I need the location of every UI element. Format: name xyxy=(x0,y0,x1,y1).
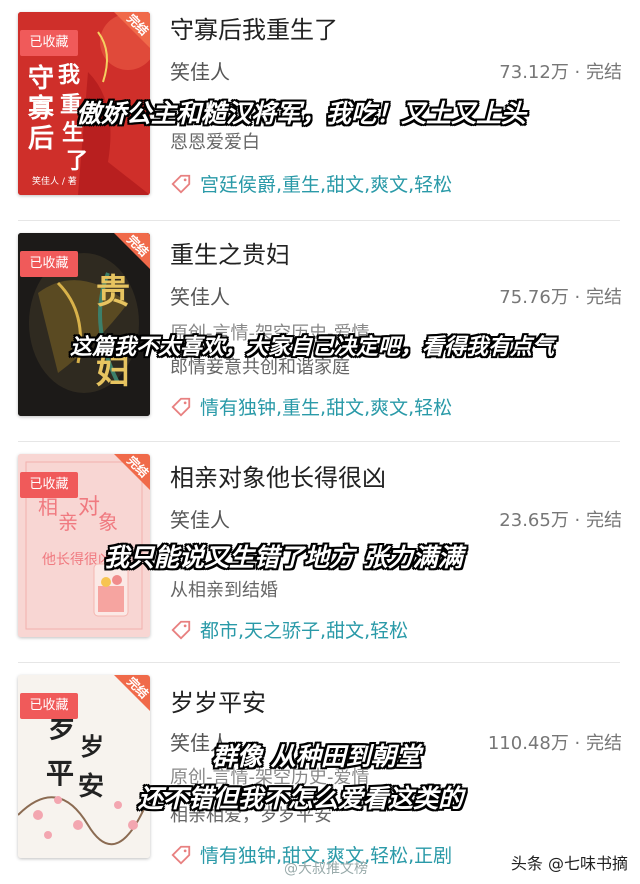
book-item[interactable]: 守 我 寡 重 后 生 了 笑佳人 / 著 已收藏 完结 守寡后我重生了 笑佳人… xyxy=(0,0,640,221)
svg-text:相: 相 xyxy=(38,495,58,519)
svg-text:笑佳人 / 著: 笑佳人 / 著 xyxy=(32,175,77,187)
book-author[interactable]: 笑佳人 xyxy=(170,281,230,310)
overlay-caption: 这篇我不太喜欢，大家自己决定吧，看得我有点气 xyxy=(70,335,555,360)
book-cover[interactable]: 贵 妇 已收藏 完结 xyxy=(18,233,150,416)
collected-badge: 已收藏 xyxy=(20,693,78,719)
svg-text:象: 象 xyxy=(98,510,118,534)
collected-badge: 已收藏 xyxy=(20,30,78,56)
finished-ribbon: 完结 xyxy=(112,233,150,271)
overlay-caption-2: 还不错但我不怎么爱看这类的 xyxy=(138,784,464,813)
book-stats: 75.76万 · 完结 xyxy=(499,287,622,308)
book-stats: 110.48万 · 完结 xyxy=(487,733,622,754)
book-cover[interactable]: 岁 岁 平 安 已收藏 完结 xyxy=(18,675,150,858)
book-tags: 宫廷侯爵,重生,甜文,爽文,轻松 xyxy=(170,170,452,197)
svg-text:寡: 寡 xyxy=(27,93,55,124)
svg-text:我: 我 xyxy=(58,62,80,88)
book-tags: 都市,天之骄子,甜文,轻松 xyxy=(170,616,408,643)
collected-badge: 已收藏 xyxy=(20,251,78,277)
book-stats: 23.65万 · 完结 xyxy=(499,510,622,531)
svg-text:亲: 亲 xyxy=(58,510,78,534)
overlay-caption: 群像 从种田到朝堂 xyxy=(212,742,421,771)
book-title[interactable]: 相亲对象他长得很凶 xyxy=(170,458,386,493)
finished-ribbon: 完结 xyxy=(112,675,150,713)
svg-text:岁: 岁 xyxy=(80,732,104,761)
tag-icon xyxy=(171,397,191,417)
finished-ribbon: 完结 xyxy=(112,454,150,492)
collected-badge: 已收藏 xyxy=(20,472,78,498)
overlay-caption: 我只能说又生错了地方 张力满满 xyxy=(104,543,463,572)
book-summary: 恩恩爱爱白 xyxy=(170,132,260,153)
book-tags: 情有独钟,重生,甜文,爽文,轻松 xyxy=(170,393,452,420)
book-item[interactable]: 相 亲 对 象 他长得很凶 已收藏 完结 相亲对象他长得很凶 笑佳人 23.65… xyxy=(0,442,640,663)
overlay-caption: 傲娇公主和糙汉将军，我吃！又土又上头 xyxy=(76,99,527,128)
tag-icon xyxy=(171,620,191,640)
svg-text:安: 安 xyxy=(78,772,104,802)
book-title[interactable]: 重生之贵妇 xyxy=(170,235,290,270)
svg-text:了: 了 xyxy=(66,148,88,174)
svg-text:后: 后 xyxy=(28,124,54,154)
book-title[interactable]: 岁岁平安 xyxy=(170,683,266,718)
svg-text:守: 守 xyxy=(28,63,54,94)
book-stats: 73.12万 · 完结 xyxy=(499,62,622,83)
watermark-right: 头条 @七味书摘 xyxy=(510,854,628,873)
book-title[interactable]: 守寡后我重生了 xyxy=(170,10,338,45)
watermark-left: @大叔推文榜 xyxy=(284,861,368,877)
svg-text:平: 平 xyxy=(46,757,74,790)
tag-icon xyxy=(171,174,191,194)
tag-icon xyxy=(171,845,191,865)
book-author[interactable]: 笑佳人 xyxy=(170,504,230,533)
book-item[interactable]: 贵 妇 已收藏 完结 重生之贵妇 笑佳人 75.76万 · 完结 原创-言情-架… xyxy=(0,221,640,442)
finished-ribbon: 完结 xyxy=(112,12,150,50)
svg-text:对: 对 xyxy=(78,495,100,520)
book-summary: 从相亲到结婚 xyxy=(170,580,278,601)
book-author[interactable]: 笑佳人 xyxy=(170,56,230,85)
svg-text:贵: 贵 xyxy=(96,272,130,312)
